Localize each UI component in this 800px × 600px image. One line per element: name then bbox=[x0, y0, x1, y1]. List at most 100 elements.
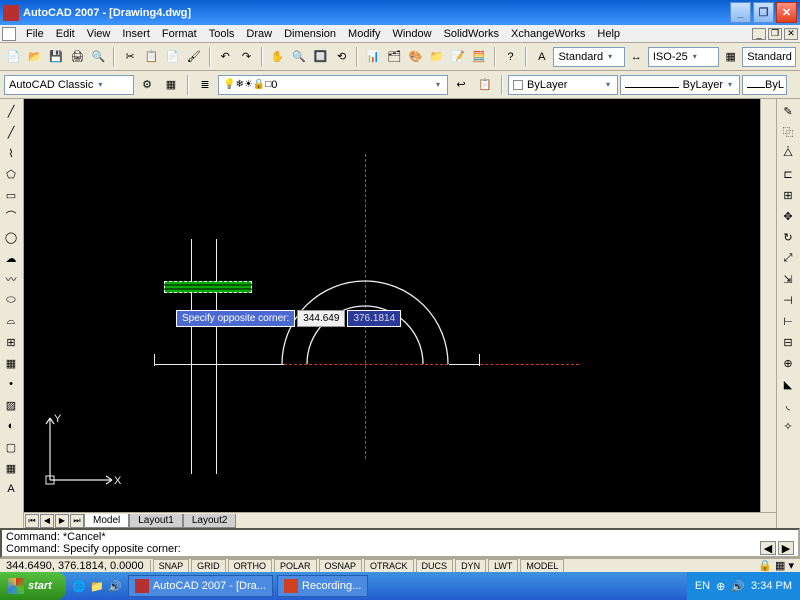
color-dropdown[interactable]: ByLayer ▾ bbox=[508, 75, 618, 95]
zoom-win-icon[interactable]: 🔲 bbox=[311, 46, 330, 67]
ws-toolbar-icon[interactable]: ▦ bbox=[160, 74, 182, 95]
menu-solidworks[interactable]: SolidWorks bbox=[438, 26, 505, 42]
undo-icon[interactable]: ↶ bbox=[216, 46, 235, 67]
table-style-icon[interactable]: ▦ bbox=[721, 46, 740, 67]
explode-icon[interactable]: ✧ bbox=[777, 416, 799, 436]
scale-icon[interactable]: ⤢ bbox=[777, 248, 799, 268]
copy-obj-icon[interactable]: ⿻ bbox=[777, 122, 799, 142]
osnap-toggle[interactable]: OSNAP bbox=[319, 559, 363, 573]
ellipse-icon[interactable]: ⬭ bbox=[0, 290, 22, 310]
menu-view[interactable]: View bbox=[81, 26, 117, 42]
hatch-icon[interactable]: ▨ bbox=[0, 395, 22, 415]
line-icon[interactable]: ╱ bbox=[0, 101, 22, 121]
chamfer-icon[interactable]: ◣ bbox=[777, 374, 799, 394]
quicklaunch-icon[interactable]: 🌐 bbox=[70, 576, 88, 597]
calc-icon[interactable]: 🧮 bbox=[470, 46, 489, 67]
vertical-scrollbar[interactable] bbox=[760, 99, 776, 512]
extend-icon[interactable]: ⊢ bbox=[777, 311, 799, 331]
document-icon[interactable] bbox=[2, 27, 16, 41]
properties-icon[interactable]: 📊 bbox=[363, 46, 382, 67]
lineweight-dropdown[interactable]: ByL bbox=[742, 75, 787, 95]
redo-icon[interactable]: ↷ bbox=[237, 46, 256, 67]
polygon-icon[interactable]: ⬠ bbox=[0, 164, 22, 184]
ortho-toggle[interactable]: ORTHO bbox=[228, 559, 272, 573]
lang-indicator[interactable]: EN bbox=[695, 580, 710, 592]
dim-style-dropdown[interactable]: ISO-25 ▾ bbox=[648, 47, 719, 67]
grid-toggle[interactable]: GRID bbox=[191, 559, 226, 573]
lwt-toggle[interactable]: LWT bbox=[488, 559, 518, 573]
table-icon[interactable]: ▦ bbox=[0, 458, 22, 478]
rotate-icon[interactable]: ↻ bbox=[777, 227, 799, 247]
close-button[interactable]: ✕ bbox=[776, 2, 797, 23]
pan-icon[interactable]: ✋ bbox=[268, 46, 287, 67]
layer-prev-icon[interactable]: ↩ bbox=[450, 74, 472, 95]
match-icon[interactable]: 🖌 bbox=[184, 46, 203, 67]
menu-modify[interactable]: Modify bbox=[342, 26, 386, 42]
make-block-icon[interactable]: ▦ bbox=[0, 353, 22, 373]
region-icon[interactable]: ▢ bbox=[0, 437, 22, 457]
doc-restore-button[interactable]: ❐ bbox=[768, 28, 782, 40]
table-style-dropdown[interactable]: Standard bbox=[742, 47, 796, 67]
menu-tools[interactable]: Tools bbox=[203, 26, 241, 42]
tab-layout2[interactable]: Layout2 bbox=[183, 514, 237, 528]
cut-icon[interactable]: ✂ bbox=[120, 46, 139, 67]
tab-nav-next[interactable]: ▶ bbox=[55, 514, 69, 528]
move-icon[interactable]: ✥ bbox=[777, 206, 799, 226]
tab-nav-last[interactable]: ⏭ bbox=[70, 514, 84, 528]
quicklaunch-icon[interactable]: 🔊 bbox=[106, 576, 124, 597]
otrack-toggle[interactable]: OTRACK bbox=[364, 559, 414, 573]
zoom-prev-icon[interactable]: ⟲ bbox=[332, 46, 351, 67]
circle-icon[interactable]: ◯ bbox=[0, 227, 22, 247]
tooltip-x[interactable]: 344.649 bbox=[297, 310, 345, 327]
help-icon[interactable]: ? bbox=[501, 46, 520, 67]
system-tray[interactable]: EN ⊕ 🔊 3:34 PM bbox=[687, 572, 800, 600]
clock[interactable]: 3:34 PM bbox=[751, 580, 792, 592]
rectangle-icon[interactable]: ▭ bbox=[0, 185, 22, 205]
menu-help[interactable]: Help bbox=[591, 26, 626, 42]
offset-icon[interactable]: ⊏ bbox=[777, 164, 799, 184]
menu-format[interactable]: Format bbox=[156, 26, 203, 42]
maximize-button[interactable]: ❐ bbox=[753, 2, 774, 23]
join-icon[interactable]: ⊕ bbox=[777, 353, 799, 373]
tool-palette-icon[interactable]: 🎨 bbox=[406, 46, 425, 67]
snap-toggle[interactable]: SNAP bbox=[153, 559, 190, 573]
menu-draw[interactable]: Draw bbox=[240, 26, 278, 42]
quicklaunch-icon[interactable]: 📁 bbox=[88, 576, 106, 597]
doc-minimize-button[interactable]: _ bbox=[752, 28, 766, 40]
dc-icon[interactable]: 🗂 bbox=[385, 46, 404, 67]
polyline-icon[interactable]: ⌇ bbox=[0, 143, 22, 163]
tab-nav-first[interactable]: ⏮ bbox=[25, 514, 39, 528]
tab-model[interactable]: Model bbox=[84, 514, 129, 528]
text-style-icon[interactable]: A bbox=[532, 46, 551, 67]
menu-edit[interactable]: Edit bbox=[50, 26, 81, 42]
revcloud-icon[interactable]: ☁ bbox=[0, 248, 22, 268]
break-icon[interactable]: ⊟ bbox=[777, 332, 799, 352]
erase-icon[interactable]: ✎ bbox=[777, 101, 799, 121]
coordinates-display[interactable]: 344.6490, 376.1814, 0.0000 bbox=[0, 560, 151, 572]
preview-icon[interactable]: 🔍 bbox=[89, 46, 108, 67]
command-window[interactable]: Command: *Cancel* Command: Specify oppos… bbox=[0, 528, 800, 558]
trim-icon[interactable]: ⊣ bbox=[777, 290, 799, 310]
stretch-icon[interactable]: ⇲ bbox=[777, 269, 799, 289]
point-icon[interactable]: • bbox=[0, 374, 22, 394]
ducs-toggle[interactable]: DUCS bbox=[416, 559, 454, 573]
drawing-canvas[interactable]: Specify opposite corner: 344.649 376.181… bbox=[24, 99, 760, 512]
layer-states-icon[interactable]: 📋 bbox=[474, 74, 496, 95]
save-icon[interactable]: 💾 bbox=[47, 46, 66, 67]
arc-icon[interactable]: ⌒ bbox=[0, 206, 22, 226]
ssm-icon[interactable]: 📁 bbox=[427, 46, 446, 67]
ellipse-arc-icon[interactable]: ⌓ bbox=[0, 311, 22, 331]
menu-insert[interactable]: Insert bbox=[116, 26, 156, 42]
tray-icon[interactable]: 🔊 bbox=[731, 580, 745, 593]
gradient-icon[interactable]: ◐ bbox=[0, 416, 22, 436]
linetype-dropdown[interactable]: ByLayer ▾ bbox=[620, 75, 740, 95]
polar-toggle[interactable]: POLAR bbox=[274, 559, 317, 573]
tab-layout1[interactable]: Layout1 bbox=[129, 514, 183, 528]
spline-icon[interactable]: 〰 bbox=[0, 269, 22, 289]
minimize-button[interactable]: _ bbox=[730, 2, 751, 23]
mtext-icon[interactable]: A bbox=[0, 479, 22, 499]
ws-settings-icon[interactable]: ⚙ bbox=[136, 74, 158, 95]
plot-icon[interactable]: 🖨 bbox=[68, 46, 87, 67]
layer-props-icon[interactable]: ≣ bbox=[194, 74, 216, 95]
text-style-dropdown[interactable]: Standard ▾ bbox=[553, 47, 624, 67]
